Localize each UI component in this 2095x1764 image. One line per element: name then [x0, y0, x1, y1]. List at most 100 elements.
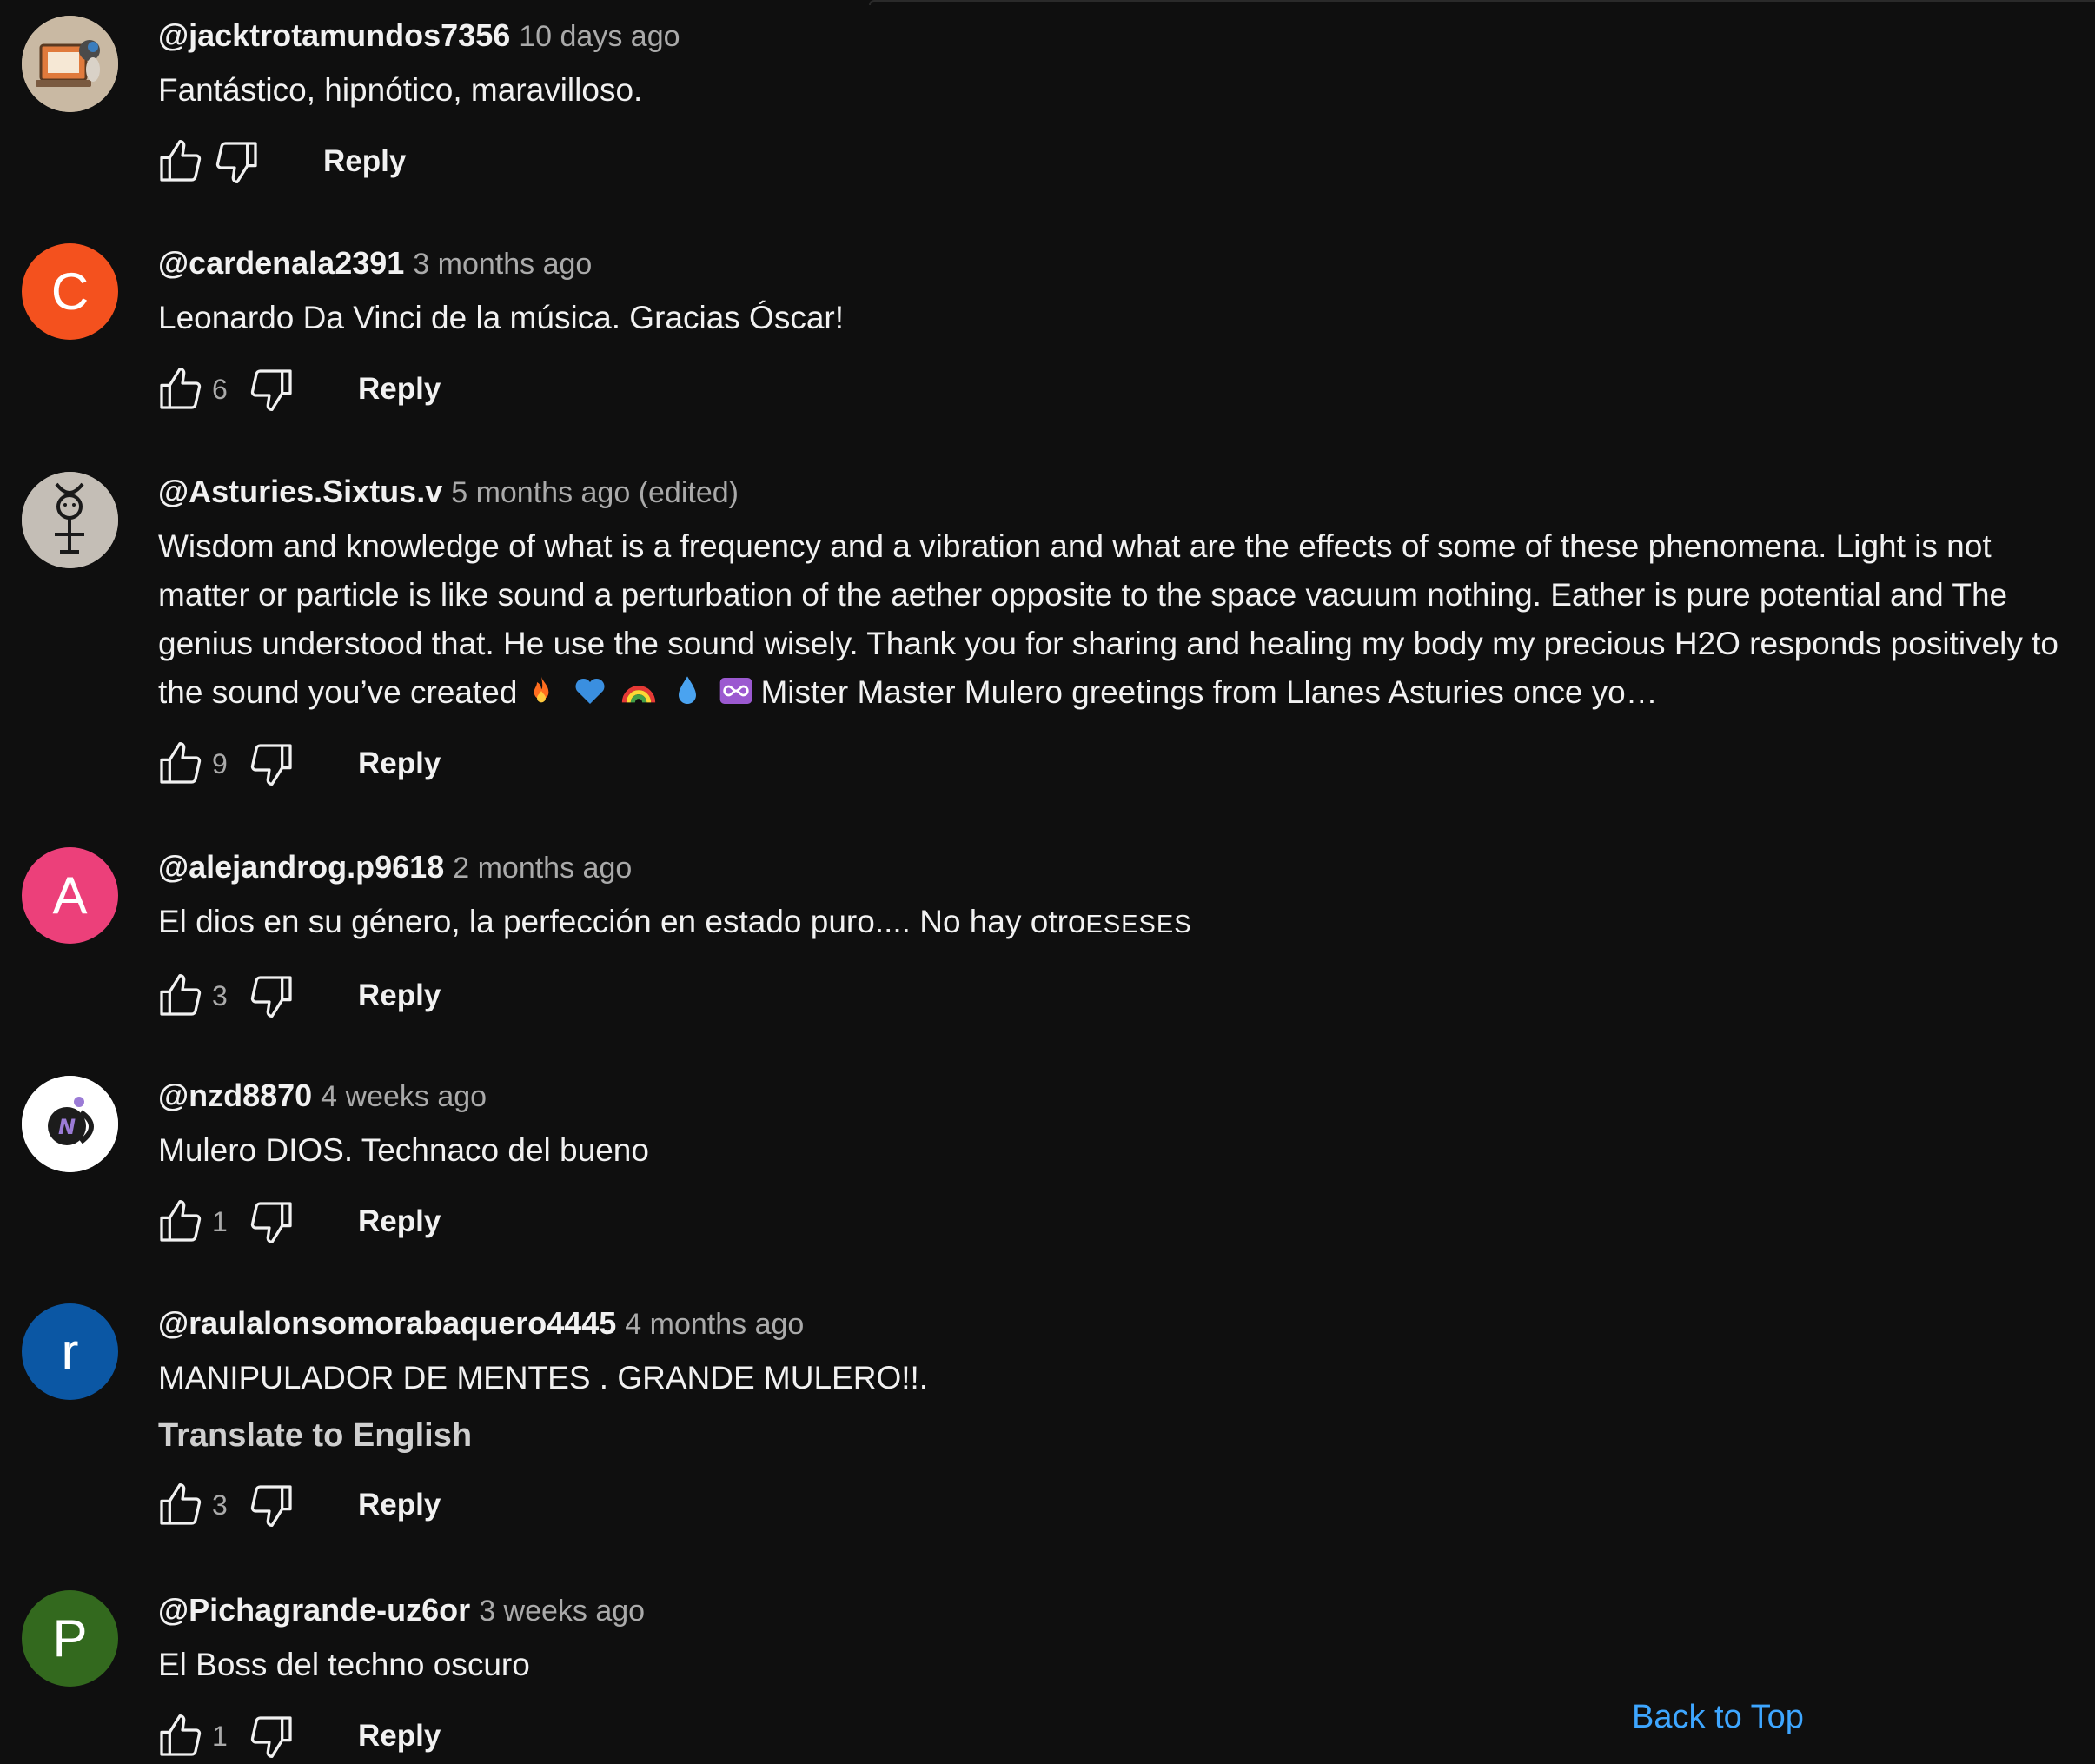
- thumbs-up-icon: [160, 742, 202, 784]
- like-count: 3: [212, 979, 228, 1011]
- comment-body: @Asturies.Sixtus.v 5 months ago (edited) …: [158, 472, 2070, 792]
- dislike-button[interactable]: [210, 135, 264, 189]
- fire-emoji-icon: [534, 676, 549, 703]
- blue-heart-emoji-icon: [575, 678, 605, 704]
- droplet-emoji-icon: [679, 676, 697, 704]
- comment-actions: Reply: [158, 134, 2070, 189]
- like-button[interactable]: [153, 1195, 207, 1249]
- like-count: 1: [212, 1205, 228, 1237]
- mercury-symbol-avatar-icon: [22, 472, 118, 568]
- thumbs-down-icon: [250, 1202, 292, 1243]
- like-button[interactable]: [153, 969, 207, 1023]
- n-logo-avatar-icon: N: [22, 1076, 118, 1172]
- comment-text: El dios en su género, la perfección en e…: [158, 898, 2070, 949]
- dislike-button[interactable]: [245, 362, 299, 416]
- like-count: 6: [212, 373, 228, 405]
- dislike-button[interactable]: [245, 737, 299, 791]
- comment-text-tail: Mister Master Mulero greetings from Llan…: [760, 674, 1658, 710]
- comment-time[interactable]: 4 months ago: [625, 1308, 804, 1341]
- comment-header: @raulalonsomorabaquero4445 4 months ago: [158, 1303, 2070, 1343]
- avatar[interactable]: [22, 472, 118, 568]
- avatar[interactable]: [22, 16, 118, 112]
- avatar[interactable]: A: [22, 847, 118, 944]
- dislike-button[interactable]: [245, 1478, 299, 1532]
- like-button[interactable]: [153, 362, 207, 416]
- laptop-avatar-icon: [22, 16, 118, 112]
- comment-text-main: El dios en su género, la perfección en e…: [158, 904, 1086, 939]
- like-count: 3: [212, 1489, 228, 1521]
- comment-text-smallcaps: ESESES: [1085, 911, 1192, 938]
- thumbs-up-icon: [160, 368, 202, 409]
- comment-author[interactable]: @alejandrog.p9618: [158, 849, 444, 885]
- reply-button[interactable]: Reply: [358, 978, 441, 1013]
- comment-author[interactable]: @cardenala2391: [158, 245, 404, 281]
- comment-header: @cardenala2391 3 months ago: [158, 243, 2070, 283]
- comment-author[interactable]: @Pichagrande-uz6or: [158, 1592, 470, 1628]
- thumbs-down-icon: [250, 1716, 292, 1758]
- back-to-top-link[interactable]: Back to Top: [1632, 1696, 1804, 1738]
- like-button[interactable]: [153, 135, 207, 189]
- comment-author[interactable]: @nzd8870: [158, 1078, 312, 1113]
- comment-body: @alejandrog.p9618 2 months ago El dios en…: [158, 847, 2070, 1024]
- thumbs-down-icon: [250, 369, 292, 411]
- like-button[interactable]: [153, 737, 207, 791]
- comment-author[interactable]: @jacktrotamundos7356: [158, 17, 510, 53]
- reply-button[interactable]: Reply: [323, 144, 406, 179]
- comment-author[interactable]: @raulalonsomorabaquero4445: [158, 1305, 616, 1341]
- reply-button[interactable]: Reply: [358, 1204, 441, 1239]
- comment-body: @Pichagrande-uz6or 3 weeks ago El Boss de…: [158, 1590, 2070, 1764]
- dislike-button[interactable]: [245, 1709, 299, 1763]
- avatar-letter: A: [52, 866, 88, 925]
- comment-author[interactable]: @Asturies.Sixtus.v: [158, 474, 442, 509]
- reply-button[interactable]: Reply: [358, 1719, 441, 1754]
- dislike-button[interactable]: [245, 969, 299, 1023]
- comment-header: @Pichagrande-uz6or 3 weeks ago: [158, 1590, 2070, 1630]
- comment-body: @jacktrotamundos7356 10 days ago Fantásti…: [158, 16, 2070, 189]
- avatar[interactable]: N: [22, 1076, 118, 1172]
- thumbs-down-icon: [215, 142, 257, 183]
- thumbs-up-icon: [160, 1200, 202, 1242]
- comment-text: Mulero DIOS. Technaco del bueno: [158, 1132, 649, 1168]
- comment-text: Wisdom and knowledge of what is a freque…: [158, 522, 2070, 717]
- reply-button[interactable]: Reply: [358, 372, 441, 407]
- thumbs-down-icon: [250, 744, 292, 786]
- thumbs-up-icon: [160, 974, 202, 1016]
- comment-actions: 3 Reply: [158, 968, 2070, 1024]
- comment-actions: 3 Reply: [158, 1477, 2070, 1533]
- comment-time[interactable]: 3 weeks ago: [479, 1595, 645, 1628]
- avatar-letter: r: [61, 1323, 79, 1381]
- comment-text: MANIPULADOR DE MENTES . GRANDE MULERO!!.: [158, 1360, 929, 1396]
- comment-time[interactable]: 2 months ago: [453, 852, 632, 885]
- comment-time[interactable]: 4 weeks ago: [321, 1080, 487, 1113]
- comment-body: @cardenala2391 3 months ago Leonardo Da V…: [158, 243, 2070, 417]
- thumbs-down-icon: [250, 976, 292, 1018]
- comment-header: @alejandrog.p9618 2 months ago: [158, 847, 2070, 887]
- like-button[interactable]: [153, 1478, 207, 1532]
- video-panel-edge: [869, 0, 2095, 5]
- comment-time[interactable]: 10 days ago: [519, 20, 680, 53]
- thumbs-up-icon: [160, 1483, 202, 1525]
- comment-actions: 6 Reply: [158, 361, 2070, 417]
- rainbow-emoji-icon: [622, 686, 656, 703]
- reply-button[interactable]: Reply: [358, 1488, 441, 1522]
- comment-text: El Boss del techno oscuro: [158, 1647, 530, 1682]
- dislike-button[interactable]: [245, 1195, 299, 1249]
- infinity-emoji-icon: [720, 678, 752, 704]
- thumbs-down-icon: [250, 1485, 292, 1527]
- comment-time[interactable]: 3 months ago: [413, 248, 592, 281]
- comment-actions: 1 Reply: [158, 1194, 2070, 1250]
- like-button[interactable]: [153, 1709, 207, 1763]
- translate-button[interactable]: Translate to English: [158, 1413, 2070, 1458]
- avatar[interactable]: C: [22, 243, 118, 340]
- avatar-letter: P: [52, 1609, 88, 1668]
- reply-button[interactable]: Reply: [358, 746, 441, 781]
- comment-time[interactable]: 5 months ago (edited): [451, 476, 739, 509]
- avatar[interactable]: P: [22, 1590, 118, 1687]
- svg-text:N: N: [58, 1115, 76, 1139]
- avatar-letter: C: [50, 262, 90, 321]
- avatar[interactable]: r: [22, 1303, 118, 1400]
- comment-header: @jacktrotamundos7356 10 days ago: [158, 16, 2070, 56]
- comment-actions: 9 Reply: [158, 736, 2070, 792]
- thumbs-up-icon: [160, 140, 202, 182]
- comment-header: @nzd8870 4 weeks ago: [158, 1076, 2070, 1116]
